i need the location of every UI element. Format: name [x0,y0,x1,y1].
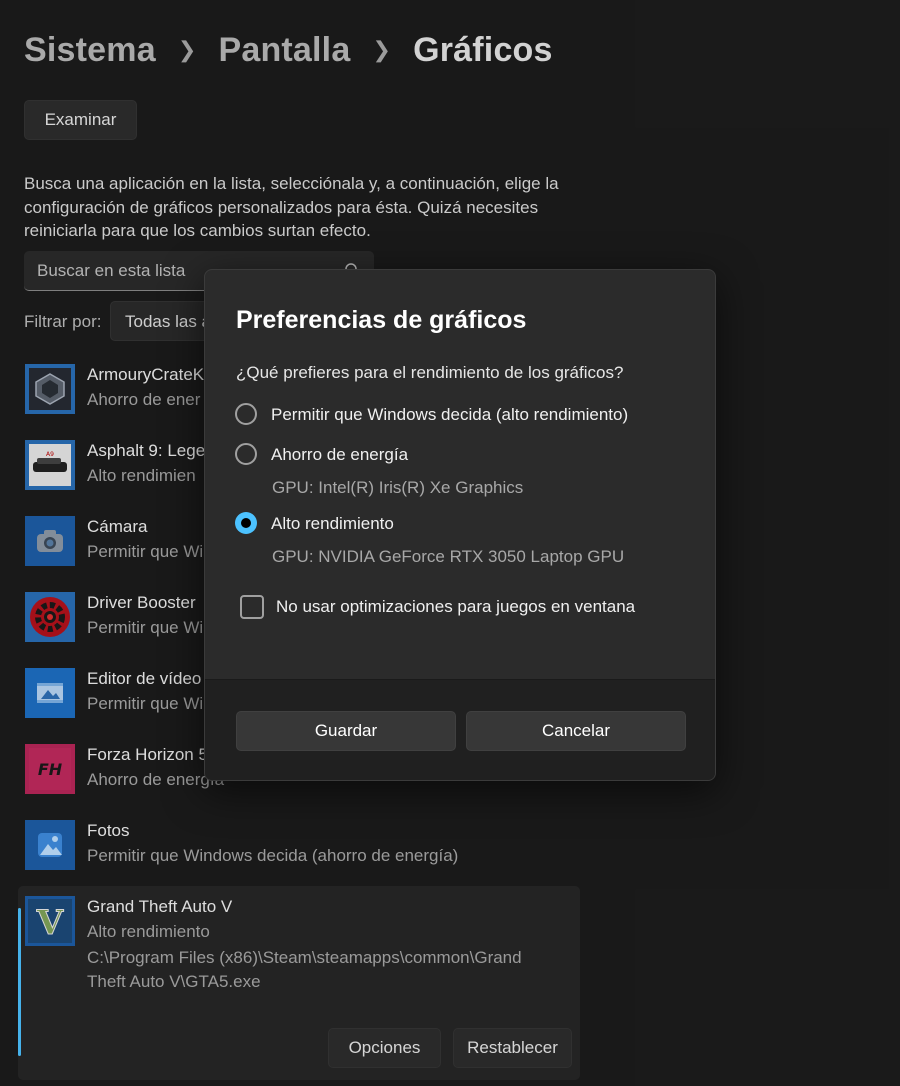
graphics-preferences-dialog: Preferencias de gráficos ¿Qué prefieres … [204,269,716,781]
radio-high-performance[interactable] [235,512,257,534]
checkbox-label[interactable]: No usar optimizaciones para juegos en ve… [276,597,635,617]
windowed-optimizations-checkbox[interactable] [240,595,264,619]
option-gpu-info: GPU: Intel(R) Iris(R) Xe Graphics [272,478,524,497]
option-label[interactable]: Permitir que Windows decida (alto rendim… [271,405,628,425]
option-label[interactable]: Alto rendimiento [271,514,394,534]
dialog-footer: Guardar Cancelar [205,679,715,780]
radio-power-saving[interactable] [235,443,257,465]
dialog-title: Preferencias de gráficos [236,306,527,334]
cancel-button[interactable]: Cancelar [466,711,686,751]
option-label[interactable]: Ahorro de energía [271,445,408,465]
option-gpu-info: GPU: NVIDIA GeForce RTX 3050 Laptop GPU [272,547,625,566]
radio-let-windows-decide[interactable] [235,403,257,425]
dialog-question: ¿Qué prefieres para el rendimiento de lo… [236,363,624,382]
save-button[interactable]: Guardar [236,711,456,751]
